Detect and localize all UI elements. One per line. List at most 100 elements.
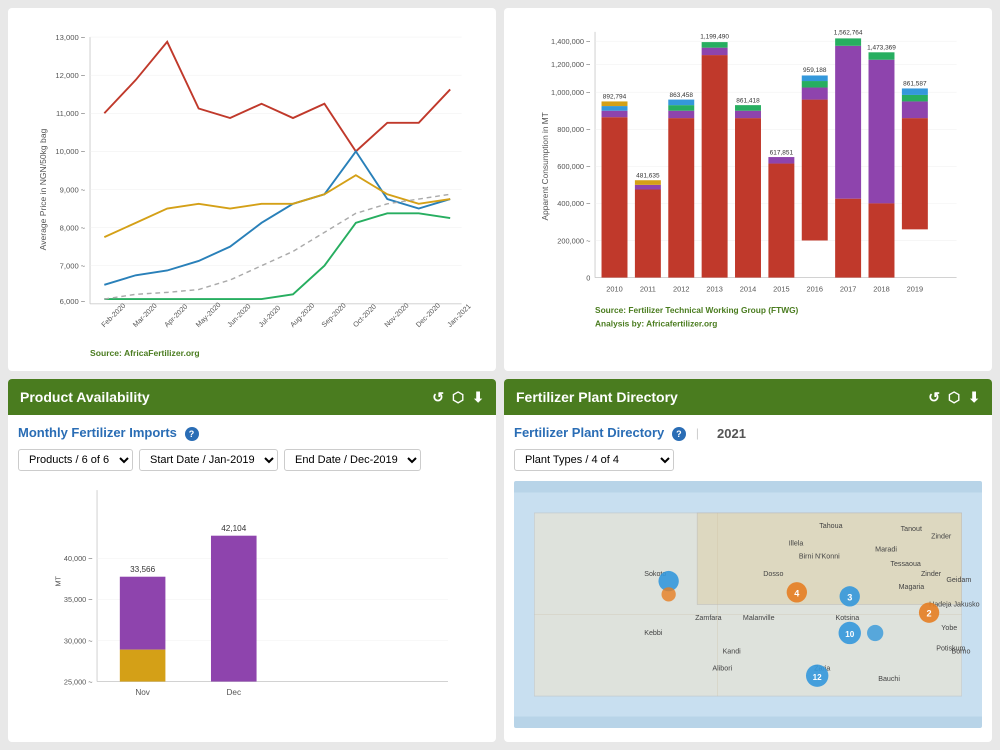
svg-text:2018: 2018 (873, 284, 889, 293)
svg-text:Dec-2020: Dec-2020 (414, 302, 442, 330)
svg-text:863,458: 863,458 (670, 92, 694, 99)
svg-text:481,635: 481,635 (636, 172, 660, 179)
svg-text:12,000 ~: 12,000 ~ (55, 71, 85, 80)
refresh-icon[interactable]: ↺ (432, 389, 444, 406)
svg-text:2014: 2014 (740, 284, 756, 293)
price-chart-card: Average Price in NGN/50kg bag 6,000 ~ 7,… (8, 8, 496, 371)
svg-text:Mar-2020: Mar-2020 (132, 302, 159, 329)
svg-text:7,000 ~: 7,000 ~ (60, 262, 86, 271)
header-icons: ↺ ⬡ ⬇ (432, 389, 484, 406)
svg-text:Alibori: Alibori (712, 665, 732, 673)
map-container: Tahoua Tanout Zinder Illela Maradi Birni… (514, 481, 982, 728)
svg-text:2015: 2015 (773, 284, 789, 293)
svg-text:Bauchi: Bauchi (878, 675, 900, 683)
svg-text:Nov-2020: Nov-2020 (383, 302, 411, 330)
fertilizer-plant-title: Fertilizer Plant Directory (516, 389, 678, 405)
svg-text:9,000 ~: 9,000 ~ (60, 185, 86, 194)
svg-text:Birni N'Konni: Birni N'Konni (799, 553, 840, 561)
fertilizer-plant-subtitle: Fertilizer Plant Directory ? (514, 425, 686, 441)
svg-text:Apparent Consumption in MT: Apparent Consumption in MT (540, 112, 550, 220)
consumption-chart-card: Apparent Consumption in MT 0 200,000 ~ 4… (504, 8, 992, 371)
fertilizer-plant-body: Fertilizer Plant Directory ? | 2021 Plan… (504, 415, 992, 742)
consumption-chart-body: Apparent Consumption in MT 0 200,000 ~ 4… (504, 8, 992, 371)
price-line-blue (104, 151, 450, 284)
svg-text:Tanout: Tanout (901, 525, 922, 533)
svg-text:892,794: 892,794 (603, 94, 627, 101)
dec-bar (211, 536, 257, 682)
fertilizer-download-icon[interactable]: ⬇ (968, 389, 980, 406)
product-availability-card: Product Availability ↺ ⬡ ⬇ Monthly Ferti… (8, 379, 496, 742)
svg-text:Yobe: Yobe (941, 624, 957, 632)
monthly-imports-title: Monthly Fertilizer Imports ? (18, 425, 486, 441)
svg-text:Jakusko: Jakusko (954, 601, 980, 609)
products-filter[interactable]: Products / 6 of 6 (18, 449, 133, 471)
svg-text:2016: 2016 (807, 284, 823, 293)
fertilizer-year: 2021 (717, 426, 746, 441)
svg-text:25,000 ~: 25,000 ~ (64, 677, 93, 686)
start-date-filter[interactable]: Start Date / Jan-2019 (139, 449, 278, 471)
price-line-red (104, 42, 450, 152)
svg-text:Tessaoua: Tessaoua (890, 560, 920, 568)
svg-text:Jul-2020: Jul-2020 (257, 304, 282, 329)
svg-text:200,000 ~: 200,000 ~ (557, 236, 590, 245)
svg-text:400,000 ~: 400,000 ~ (557, 199, 590, 208)
svg-text:Aug-2020: Aug-2020 (289, 302, 317, 330)
svg-text:2011: 2011 (640, 284, 656, 293)
fertilizer-camera-icon[interactable]: ⬡ (948, 389, 960, 406)
svg-text:13,000 ~: 13,000 ~ (55, 33, 85, 42)
availability-chart: 25,000 ~ 30,000 ~ 35,000 ~ 40,000 ~ MT 3… (18, 481, 486, 718)
svg-text:2013: 2013 (706, 284, 722, 293)
filters-row: Products / 6 of 6 Start Date / Jan-2019 … (18, 449, 486, 471)
svg-text:May-2020: May-2020 (194, 301, 222, 329)
svg-text:800,000 ~: 800,000 ~ (557, 125, 590, 134)
svg-text:Apr-2020: Apr-2020 (163, 303, 189, 329)
svg-text:Zamfara: Zamfara (695, 614, 722, 622)
svg-text:Tahoua: Tahoua (819, 522, 842, 530)
price-chart-body: Average Price in NGN/50kg bag 6,000 ~ 7,… (8, 8, 496, 371)
svg-text:Magaria: Magaria (899, 583, 925, 591)
svg-text:3: 3 (847, 592, 852, 602)
svg-text:2012: 2012 (673, 284, 689, 293)
download-icon[interactable]: ⬇ (472, 389, 484, 406)
svg-text:Feb-2020: Feb-2020 (100, 302, 127, 329)
svg-text:Jan-2021: Jan-2021 (446, 302, 473, 329)
fertilizer-plant-header: Fertilizer Plant Directory ↺ ⬡ ⬇ (504, 379, 992, 415)
price-line-dash (104, 194, 450, 299)
svg-text:Zinder: Zinder (921, 570, 942, 578)
svg-text:861,587: 861,587 (903, 81, 927, 88)
svg-text:35,000 ~: 35,000 ~ (64, 595, 93, 604)
svg-text:2017: 2017 (840, 284, 856, 293)
svg-text:42,104: 42,104 (221, 524, 246, 533)
svg-text:2: 2 (927, 609, 932, 619)
svg-text:861,418: 861,418 (736, 97, 760, 104)
plant-filters-row: Plant Types / 4 of 4 (514, 449, 982, 471)
svg-text:1,199,490: 1,199,490 (700, 33, 729, 40)
consumption-chart-svg: Apparent Consumption in MT 0 200,000 ~ 4… (514, 18, 982, 361)
product-availability-body: Monthly Fertilizer Imports ? Products / … (8, 415, 496, 742)
svg-text:8,000 ~: 8,000 ~ (60, 223, 86, 232)
svg-text:Zinder: Zinder (931, 532, 952, 540)
camera-icon[interactable]: ⬡ (452, 389, 464, 406)
end-date-filter[interactable]: End Date / Dec-2019 (284, 449, 421, 471)
fertilizer-plant-subtitle-row: Fertilizer Plant Directory ? | 2021 (514, 425, 982, 441)
svg-text:Kandi: Kandi (723, 647, 742, 655)
svg-text:1,562,764: 1,562,764 (834, 30, 863, 37)
svg-text:11,000 ~: 11,000 ~ (56, 109, 86, 118)
svg-text:10: 10 (845, 630, 855, 639)
fertilizer-refresh-icon[interactable]: ↺ (928, 389, 940, 406)
svg-text:959,188: 959,188 (803, 67, 827, 74)
availability-chart-svg: 25,000 ~ 30,000 ~ 35,000 ~ 40,000 ~ MT 3… (18, 481, 486, 718)
map-svg: Tahoua Tanout Zinder Illela Maradi Birni… (514, 481, 982, 728)
svg-text:Sep-2020: Sep-2020 (320, 302, 348, 330)
svg-text:33,566: 33,566 (130, 565, 155, 574)
svg-text:0: 0 (586, 273, 590, 282)
svg-text:Kotsina: Kotsina (835, 614, 859, 622)
svg-text:10,000 ~: 10,000 ~ (55, 147, 85, 156)
plant-types-filter[interactable]: Plant Types / 4 of 4 (514, 449, 674, 471)
fertilizer-plant-help[interactable]: ? (672, 427, 686, 441)
consumption-source: Source: Fertilizer Technical Working Gro… (595, 305, 799, 315)
price-chart-svg: Average Price in NGN/50kg bag 6,000 ~ 7,… (18, 18, 486, 361)
monthly-imports-help[interactable]: ? (185, 427, 199, 441)
svg-text:Potiskum: Potiskum (936, 644, 965, 652)
svg-text:617,851: 617,851 (770, 149, 794, 156)
